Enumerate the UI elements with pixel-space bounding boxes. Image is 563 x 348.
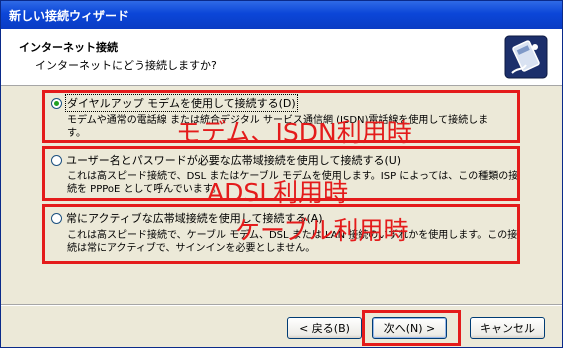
next-button[interactable]: 次へ(N) > — [372, 317, 447, 339]
header-title: インターネット接続 — [19, 41, 118, 54]
back-button[interactable]: < 戻る(B) — [287, 317, 362, 339]
footer-divider — [1, 304, 562, 306]
title-bar[interactable]: 新しい接続ウィザード — [1, 1, 562, 29]
annotation-text-dialup: モデム、ISDN利用時 — [176, 118, 412, 147]
wizard-window: 新しい接続ウィザード インターネット接続 インターネットにどう接続しますか? ダ… — [0, 0, 563, 348]
header-subtitle: インターネットにどう接続しますか? — [35, 59, 217, 72]
wizard-header: インターネット接続 インターネットにどう接続しますか? — [1, 29, 562, 86]
cancel-button[interactable]: キャンセル — [470, 317, 545, 339]
annotation-text-always-on: ケーブル利用時 — [235, 216, 409, 245]
window-title: 新しい接続ウィザード — [9, 9, 130, 23]
phone-plug-icon — [504, 35, 548, 79]
annotation-text-broadband-auth: ADSL利用時 — [207, 178, 349, 207]
